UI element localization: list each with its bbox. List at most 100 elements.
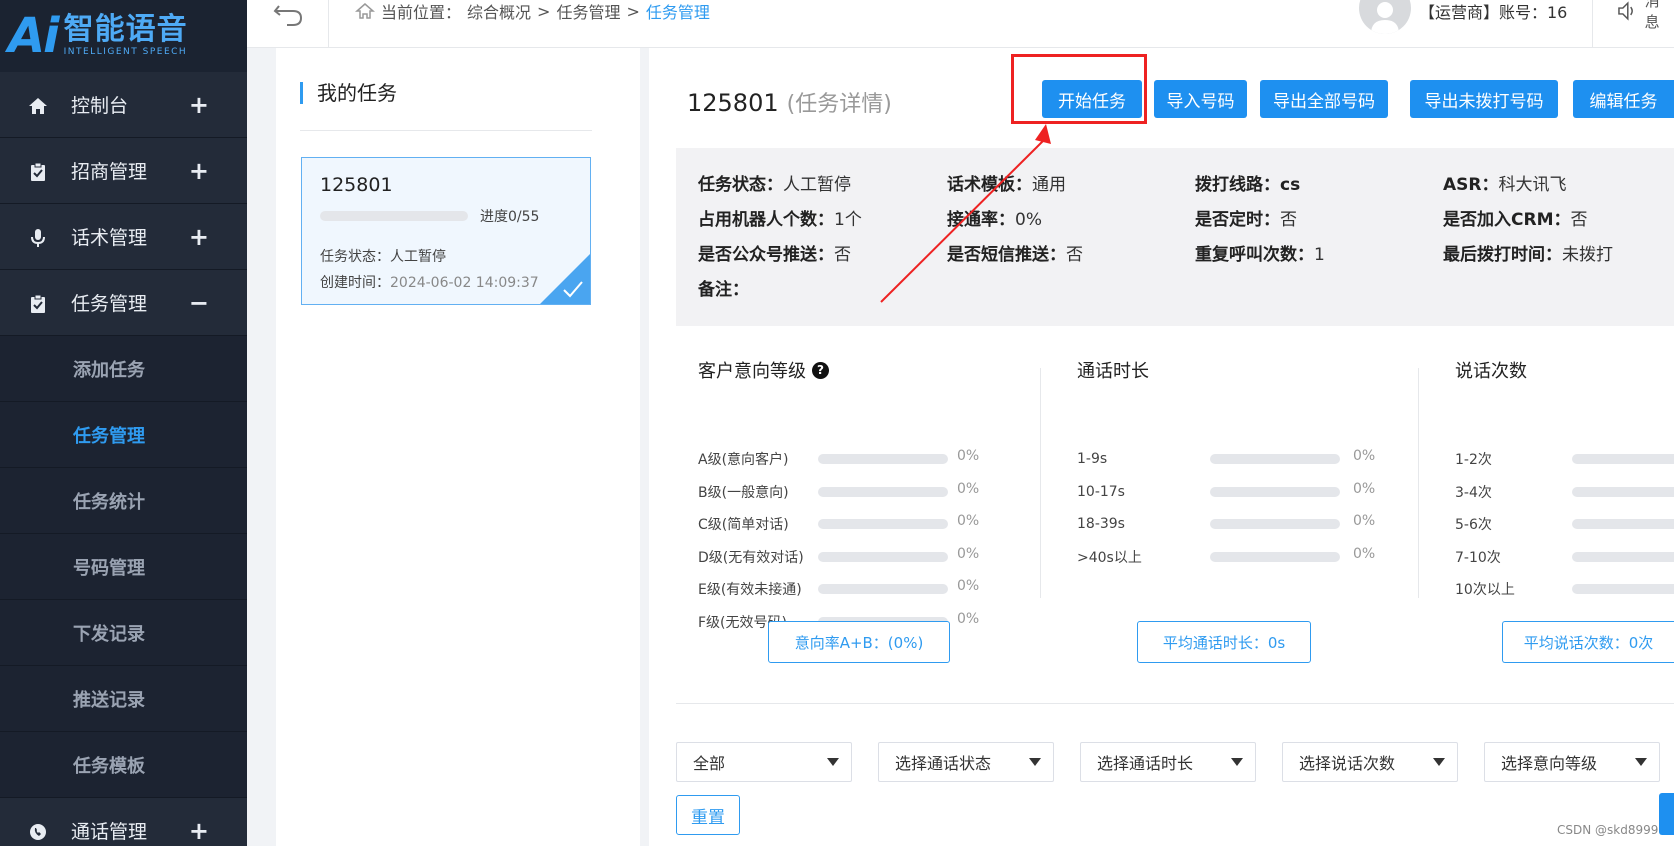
stat-row-bar	[1572, 486, 1674, 497]
stat-row-label: C级(简单对话)	[698, 517, 789, 533]
select-value: 选择通话时长	[1097, 754, 1194, 773]
info-asr: ASR：科大讯飞	[1443, 175, 1567, 195]
stat-row-percent: 0%	[957, 448, 980, 464]
import-numbers-button[interactable]: 导入号码	[1154, 80, 1247, 118]
highlight-annotation-box	[1011, 54, 1147, 124]
info-remark: 备注：	[698, 280, 749, 300]
task-info-box: 任务状态：人工暂停 话术模板：通用 拨打线路：cs ASR：科大讯飞 占用机器人…	[676, 148, 1674, 326]
avatar[interactable]	[1359, 0, 1411, 34]
sidebar-item-tasks[interactable]: 任务管理 −	[0, 270, 247, 336]
messages-link[interactable]: 消息	[1617, 0, 1674, 31]
breadcrumb-overview[interactable]: 综合概况	[467, 0, 531, 23]
scope-select[interactable]: 全部	[676, 742, 852, 782]
task-card[interactable]: 125801 进度0/55 任务状态：人工暂停 创建时间：2024-06-02 …	[301, 157, 591, 305]
task-created-value: 2024-06-02 14:09:37	[390, 275, 539, 291]
stat-row-bar	[1572, 454, 1674, 464]
stat-row: 1-9s 0%	[1077, 448, 1477, 468]
stat-row-bar	[1572, 584, 1674, 594]
edit-task-button[interactable]: 编辑任务	[1573, 80, 1674, 118]
select-value: 选择说话次数	[1299, 754, 1396, 773]
help-icon[interactable]: ?	[812, 361, 829, 379]
stat-row: 10-17s 0%	[1077, 481, 1477, 501]
caret-down-icon	[1231, 758, 1243, 766]
sidebar-item-calls[interactable]: 通话管理 +	[0, 798, 247, 846]
logo-ai: Ai	[8, 8, 60, 64]
search-button[interactable]	[1659, 793, 1674, 835]
plus-icon: +	[188, 90, 209, 119]
sidebar-item-label: 话术管理	[71, 227, 148, 249]
reset-button[interactable]: 重置	[676, 795, 740, 835]
stat-row-percent: 0%	[1353, 545, 1376, 562]
user-icon	[1371, 2, 1399, 34]
call-status-select[interactable]: 选择通话状态	[878, 742, 1054, 782]
task-created-label: 创建时间：	[320, 275, 390, 291]
info-last-dial: 最后拨打时间：未拨打	[1443, 245, 1613, 265]
info-crm: 是否加入CRM：否	[1443, 210, 1588, 230]
stat-row-label: 5-6次	[1455, 517, 1492, 533]
minus-icon: −	[188, 288, 209, 317]
sidebar-subitem-task-template[interactable]: 任务模板	[0, 732, 247, 798]
intent-rate-button[interactable]: 意向率A+B：(0%)	[768, 621, 950, 663]
task-detail-panel: 125801 (任务详情) 开始任务 导入号码 导出全部号码 导出未拨打号码 编辑…	[649, 48, 1674, 846]
info-wechat-push: 是否公众号推送：否	[698, 245, 851, 265]
sidebar-subitem-task-stats[interactable]: 任务统计	[0, 468, 247, 534]
stat-row: 3-4次	[1455, 483, 1674, 501]
phone-call-icon	[30, 824, 46, 840]
talk-turns-select[interactable]: 选择说话次数	[1282, 742, 1458, 782]
sidebar-item-scripts[interactable]: 话术管理 +	[0, 204, 247, 270]
stat-row-label: 7-10次	[1455, 549, 1501, 566]
breadcrumb-task-mgmt[interactable]: 任务管理	[556, 0, 620, 23]
task-status-value: 人工暂停	[390, 249, 446, 265]
divider	[300, 130, 592, 131]
stat-row-percent: 0%	[957, 578, 980, 594]
microphone-icon	[31, 229, 45, 247]
intent-level-select[interactable]: 选择意向等级	[1484, 742, 1660, 782]
info-dial-line: 拨打线路：cs	[1195, 175, 1301, 195]
stat-row-bar	[1572, 519, 1674, 529]
info-script-template: 话术模板：通用	[947, 175, 1066, 195]
task-progress-bar	[320, 211, 468, 221]
home-icon	[29, 98, 47, 114]
stat-row: D级(无有效对话) 0%	[698, 546, 1098, 566]
task-detail-title: 125801 (任务详情)	[687, 86, 892, 118]
avg-duration-button[interactable]: 平均通话时长：0s	[1137, 621, 1311, 663]
stat-row-label: D级(无有效对话)	[698, 549, 804, 566]
sidebar-subitem-push-log[interactable]: 推送记录	[0, 666, 247, 732]
sidebar-subitem-add-task[interactable]: 添加任务	[0, 336, 247, 402]
panel-title: 我的任务	[300, 82, 397, 104]
sidebar-item-label: 通话管理	[71, 821, 148, 843]
info-redial-count: 重复呼叫次数：1	[1195, 245, 1325, 265]
stat-row-bar	[818, 584, 948, 594]
stat-row: 18-39s 0%	[1077, 513, 1477, 533]
sidebar-subitem-label: 任务模板	[73, 755, 145, 777]
sidebar-item-dashboard[interactable]: 控制台 +	[0, 72, 247, 138]
intent-title: 客户意向等级	[698, 361, 806, 382]
home-outline-icon	[355, 3, 375, 19]
task-progress-text: 进度0/55	[480, 209, 540, 225]
caret-down-icon	[827, 758, 839, 766]
divider	[328, 0, 329, 48]
stat-row-bar	[818, 486, 948, 497]
stat-row-percent: 0%	[957, 610, 980, 627]
divider	[676, 703, 1674, 704]
caret-down-icon	[1029, 758, 1041, 766]
sidebar-subitem-numbers[interactable]: 号码管理	[0, 534, 247, 600]
undo-icon[interactable]	[271, 0, 307, 30]
stat-row-label: E级(有效未接通)	[698, 582, 802, 598]
stat-row-percent: 0%	[957, 480, 980, 497]
section-title: 客户意向等级 ?	[698, 358, 829, 382]
select-value: 全部	[693, 754, 726, 773]
export-all-numbers-button[interactable]: 导出全部号码	[1260, 80, 1388, 118]
stat-row: 5-6次	[1455, 515, 1674, 533]
sidebar-item-merchants[interactable]: 招商管理 +	[0, 138, 247, 204]
task-id: 125801	[687, 89, 779, 117]
sidebar-subitem-task-management[interactable]: 任务管理	[0, 402, 247, 468]
stat-row-label: B级(一般意向)	[698, 484, 789, 501]
sidebar-subitem-label: 下发记录	[73, 623, 145, 645]
call-duration-select[interactable]: 选择通话时长	[1080, 742, 1256, 782]
avg-turns-button[interactable]: 平均说话次数：0次	[1502, 621, 1674, 663]
stat-row-bar	[818, 551, 948, 562]
clipboard-icon	[31, 162, 45, 181]
export-undialed-numbers-button[interactable]: 导出未拨打号码	[1410, 80, 1558, 118]
sidebar-subitem-dispatch-log[interactable]: 下发记录	[0, 600, 247, 666]
